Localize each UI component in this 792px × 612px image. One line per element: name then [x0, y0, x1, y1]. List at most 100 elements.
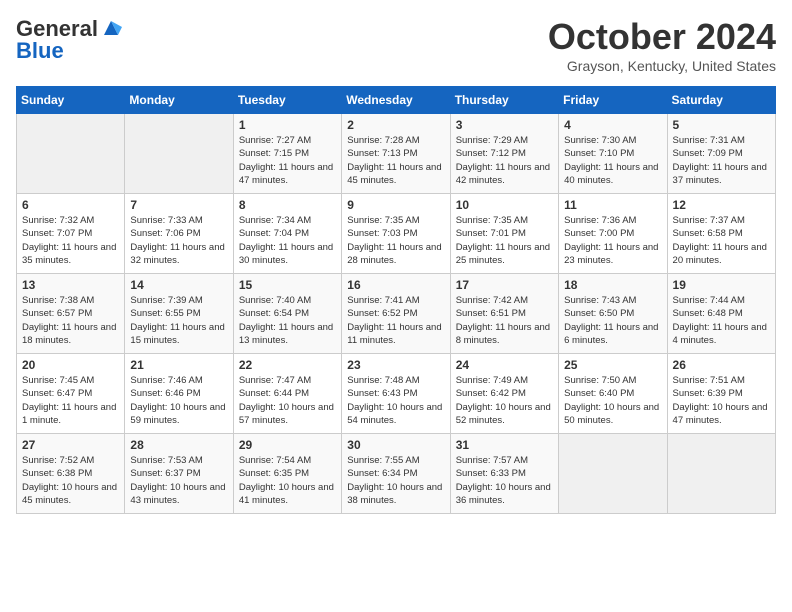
day-number: 13	[22, 278, 119, 292]
day-info: Sunrise: 7:35 AM Sunset: 7:03 PM Dayligh…	[347, 214, 444, 267]
calendar-week-3: 13 Sunrise: 7:38 AM Sunset: 6:57 PM Dayli…	[17, 274, 776, 354]
calendar-cell: 15Sunrise: 7:40 AM Sunset: 6:54 PM Dayli…	[233, 274, 341, 354]
day-number: 10	[456, 198, 553, 212]
day-number: 20	[22, 358, 119, 372]
day-number: 23	[347, 358, 444, 372]
day-number: 2	[347, 118, 444, 132]
calendar-cell: 4 Sunrise: 7:30 AM Sunset: 7:10 PM Daylig…	[559, 114, 667, 194]
day-info: Sunrise: 7:52 AM Sunset: 6:38 PM Dayligh…	[22, 454, 119, 507]
day-number: 3	[456, 118, 553, 132]
title-block: October 2024 Grayson, Kentucky, United S…	[548, 16, 776, 74]
calendar-cell: 2 Sunrise: 7:28 AM Sunset: 7:13 PM Daylig…	[342, 114, 450, 194]
calendar-cell: 11 Sunrise: 7:36 AM Sunset: 7:00 PM Dayli…	[559, 194, 667, 274]
day-number: 25	[564, 358, 661, 372]
calendar-cell: 19 Sunrise: 7:44 AM Sunset: 6:48 PM Dayli…	[667, 274, 775, 354]
calendar-cell: 8 Sunrise: 7:34 AM Sunset: 7:04 PM Daylig…	[233, 194, 341, 274]
day-number: 4	[564, 118, 661, 132]
day-info: Sunrise: 7:31 AM Sunset: 7:09 PM Dayligh…	[673, 134, 770, 187]
calendar-cell: 26 Sunrise: 7:51 AM Sunset: 6:39 PM Dayli…	[667, 354, 775, 434]
day-number: 27	[22, 438, 119, 452]
day-info: Sunrise: 7:41 AM Sunset: 6:52 PM Dayligh…	[347, 294, 444, 347]
day-number: 18	[564, 278, 661, 292]
day-info: Sunrise: 7:29 AM Sunset: 7:12 PM Dayligh…	[456, 134, 553, 187]
day-number: 19	[673, 278, 770, 292]
calendar-cell: 20Sunrise: 7:45 AM Sunset: 6:47 PM Dayli…	[17, 354, 125, 434]
calendar-cell: 24 Sunrise: 7:49 AM Sunset: 6:42 PM Dayli…	[450, 354, 558, 434]
calendar-table: SundayMondayTuesdayWednesdayThursdayFrid…	[16, 86, 776, 514]
day-header-saturday: Saturday	[667, 87, 775, 114]
day-number: 11	[564, 198, 661, 212]
day-info: Sunrise: 7:49 AM Sunset: 6:42 PM Dayligh…	[456, 374, 553, 427]
day-info: Sunrise: 7:53 AM Sunset: 6:37 PM Dayligh…	[130, 454, 227, 507]
day-header-thursday: Thursday	[450, 87, 558, 114]
calendar-week-4: 20Sunrise: 7:45 AM Sunset: 6:47 PM Dayli…	[17, 354, 776, 434]
calendar-cell: 22 Sunrise: 7:47 AM Sunset: 6:44 PM Dayli…	[233, 354, 341, 434]
calendar-cell: 16 Sunrise: 7:41 AM Sunset: 6:52 PM Dayli…	[342, 274, 450, 354]
day-number: 1	[239, 118, 336, 132]
day-number: 26	[673, 358, 770, 372]
day-info: Sunrise: 7:36 AM Sunset: 7:00 PM Dayligh…	[564, 214, 661, 267]
day-number: 29	[239, 438, 336, 452]
day-info: Sunrise: 7:43 AM Sunset: 6:50 PM Dayligh…	[564, 294, 661, 347]
day-number: 12	[673, 198, 770, 212]
calendar-cell: 31Sunrise: 7:57 AM Sunset: 6:33 PM Dayli…	[450, 434, 558, 514]
day-info: Sunrise: 7:27 AM Sunset: 7:15 PM Dayligh…	[239, 134, 336, 187]
calendar-cell: 18 Sunrise: 7:43 AM Sunset: 6:50 PM Dayli…	[559, 274, 667, 354]
page-header: General Blue October 2024 Grayson, Kentu…	[16, 16, 776, 74]
calendar-cell	[125, 114, 233, 194]
calendar-cell: 7 Sunrise: 7:33 AM Sunset: 7:06 PM Daylig…	[125, 194, 233, 274]
day-info: Sunrise: 7:34 AM Sunset: 7:04 PM Dayligh…	[239, 214, 336, 267]
day-info: Sunrise: 7:30 AM Sunset: 7:10 PM Dayligh…	[564, 134, 661, 187]
calendar-body: 1 Sunrise: 7:27 AM Sunset: 7:15 PM Daylig…	[17, 114, 776, 514]
day-header-tuesday: Tuesday	[233, 87, 341, 114]
calendar-cell	[559, 434, 667, 514]
day-number: 16	[347, 278, 444, 292]
day-number: 7	[130, 198, 227, 212]
day-header-sunday: Sunday	[17, 87, 125, 114]
day-info: Sunrise: 7:32 AM Sunset: 7:07 PM Dayligh…	[22, 214, 119, 267]
day-info: Sunrise: 7:47 AM Sunset: 6:44 PM Dayligh…	[239, 374, 336, 427]
calendar-cell: 30Sunrise: 7:55 AM Sunset: 6:34 PM Dayli…	[342, 434, 450, 514]
day-info: Sunrise: 7:42 AM Sunset: 6:51 PM Dayligh…	[456, 294, 553, 347]
calendar-cell	[667, 434, 775, 514]
calendar-header-row: SundayMondayTuesdayWednesdayThursdayFrid…	[17, 87, 776, 114]
day-number: 5	[673, 118, 770, 132]
calendar-cell: 10Sunrise: 7:35 AM Sunset: 7:01 PM Dayli…	[450, 194, 558, 274]
day-info: Sunrise: 7:39 AM Sunset: 6:55 PM Dayligh…	[130, 294, 227, 347]
calendar-cell: 17 Sunrise: 7:42 AM Sunset: 6:51 PM Dayli…	[450, 274, 558, 354]
day-info: Sunrise: 7:48 AM Sunset: 6:43 PM Dayligh…	[347, 374, 444, 427]
day-header-friday: Friday	[559, 87, 667, 114]
logo-blue: Blue	[16, 38, 64, 64]
calendar-cell: 29 Sunrise: 7:54 AM Sunset: 6:35 PM Dayli…	[233, 434, 341, 514]
calendar-cell: 9Sunrise: 7:35 AM Sunset: 7:03 PM Daylig…	[342, 194, 450, 274]
day-number: 17	[456, 278, 553, 292]
calendar-cell: 6 Sunrise: 7:32 AM Sunset: 7:07 PM Daylig…	[17, 194, 125, 274]
day-info: Sunrise: 7:55 AM Sunset: 6:34 PM Dayligh…	[347, 454, 444, 507]
day-number: 21	[130, 358, 227, 372]
day-number: 31	[456, 438, 553, 452]
day-info: Sunrise: 7:51 AM Sunset: 6:39 PM Dayligh…	[673, 374, 770, 427]
month-title: October 2024	[548, 16, 776, 58]
calendar-cell: 13 Sunrise: 7:38 AM Sunset: 6:57 PM Dayli…	[17, 274, 125, 354]
day-info: Sunrise: 7:38 AM Sunset: 6:57 PM Dayligh…	[22, 294, 119, 347]
calendar-cell: 25 Sunrise: 7:50 AM Sunset: 6:40 PM Dayli…	[559, 354, 667, 434]
day-number: 22	[239, 358, 336, 372]
day-info: Sunrise: 7:50 AM Sunset: 6:40 PM Dayligh…	[564, 374, 661, 427]
day-info: Sunrise: 7:40 AM Sunset: 6:54 PM Dayligh…	[239, 294, 336, 347]
day-info: Sunrise: 7:54 AM Sunset: 6:35 PM Dayligh…	[239, 454, 336, 507]
day-info: Sunrise: 7:33 AM Sunset: 7:06 PM Dayligh…	[130, 214, 227, 267]
calendar-cell: 12Sunrise: 7:37 AM Sunset: 6:58 PM Dayli…	[667, 194, 775, 274]
day-number: 6	[22, 198, 119, 212]
calendar-cell: 23 Sunrise: 7:48 AM Sunset: 6:43 PM Dayli…	[342, 354, 450, 434]
day-info: Sunrise: 7:44 AM Sunset: 6:48 PM Dayligh…	[673, 294, 770, 347]
day-header-monday: Monday	[125, 87, 233, 114]
calendar-cell: 21 Sunrise: 7:46 AM Sunset: 6:46 PM Dayli…	[125, 354, 233, 434]
day-number: 28	[130, 438, 227, 452]
day-info: Sunrise: 7:46 AM Sunset: 6:46 PM Dayligh…	[130, 374, 227, 427]
day-info: Sunrise: 7:28 AM Sunset: 7:13 PM Dayligh…	[347, 134, 444, 187]
day-number: 24	[456, 358, 553, 372]
calendar-cell	[17, 114, 125, 194]
logo: General Blue	[16, 16, 122, 64]
day-number: 8	[239, 198, 336, 212]
calendar-cell: 5 Sunrise: 7:31 AM Sunset: 7:09 PM Daylig…	[667, 114, 775, 194]
